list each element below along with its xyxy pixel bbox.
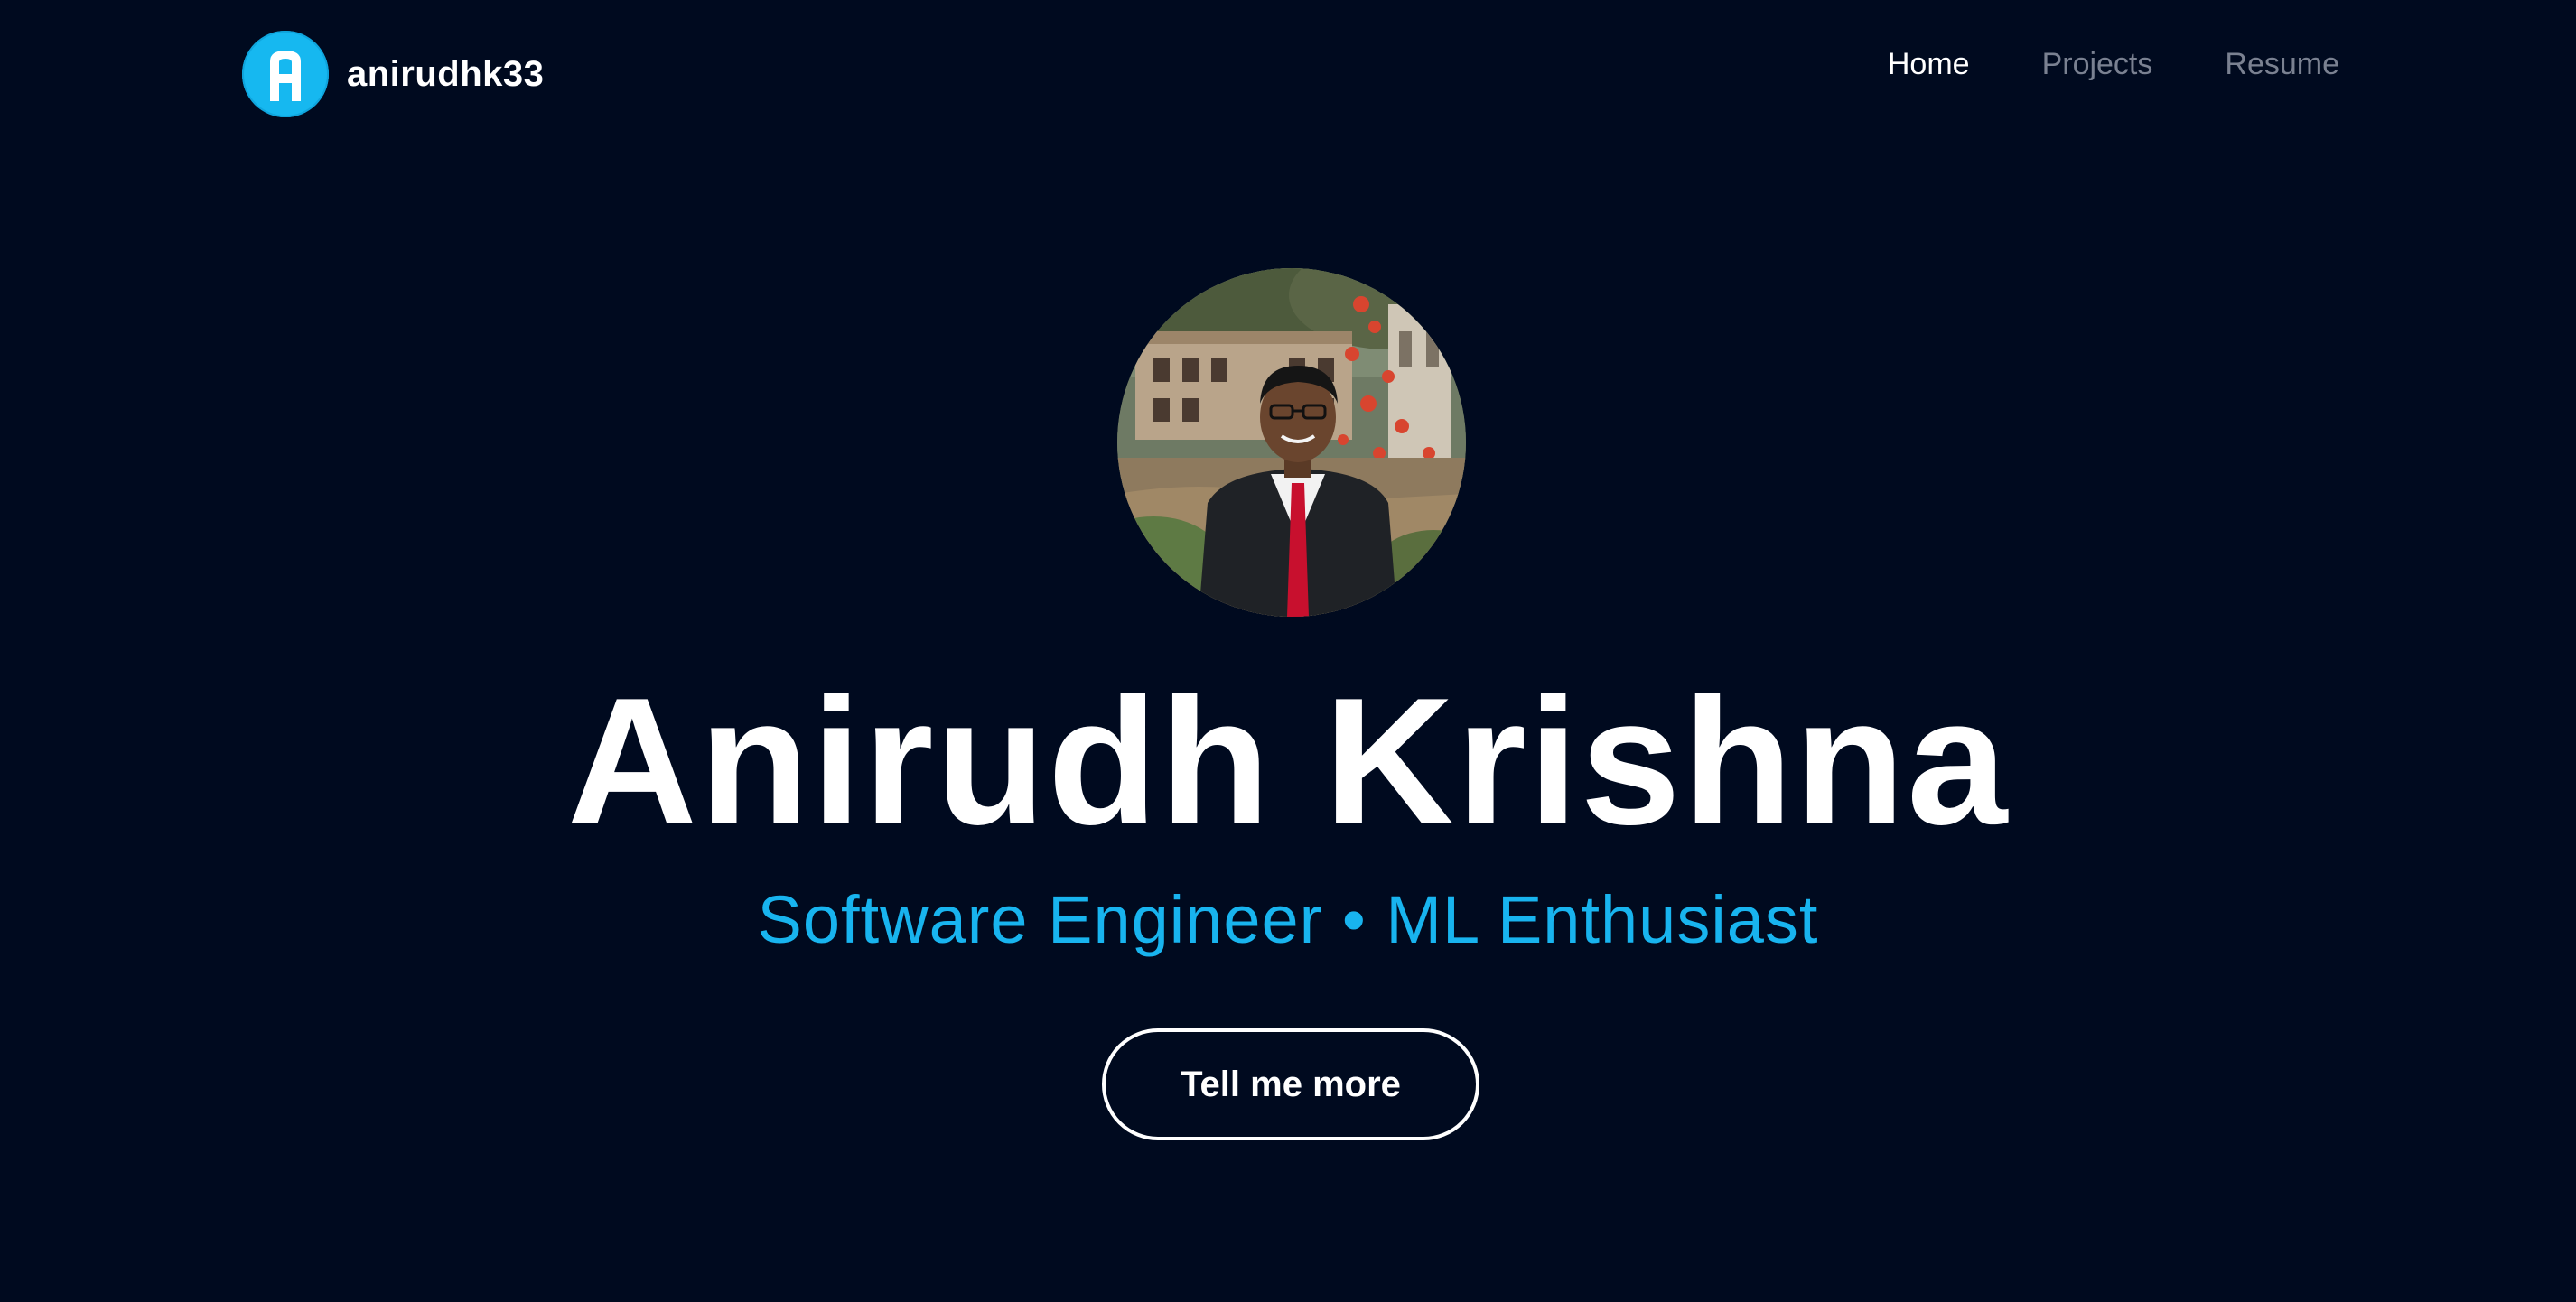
navbar: anirudhk33 Home Projects Resume bbox=[0, 0, 2576, 148]
nav-projects[interactable]: Projects bbox=[2042, 47, 2153, 82]
page: anirudhk33 Home Projects Resume Anirudh … bbox=[0, 0, 2576, 1302]
hero-name: Anirudh Krishna bbox=[566, 661, 2010, 862]
avatar bbox=[1117, 268, 1466, 617]
nav-links: Home Projects Resume bbox=[1888, 47, 2339, 82]
letter-a-logo-icon bbox=[242, 31, 329, 117]
hero-subtitle: Software Engineer • ML Enthusiast bbox=[757, 882, 1819, 957]
tell-me-more-button[interactable]: Tell me more bbox=[1102, 1028, 1479, 1140]
nav-resume[interactable]: Resume bbox=[2225, 47, 2339, 82]
nav-home[interactable]: Home bbox=[1888, 47, 1970, 82]
brand-name: anirudhk33 bbox=[347, 53, 545, 94]
brand-link[interactable]: anirudhk33 bbox=[242, 31, 544, 117]
